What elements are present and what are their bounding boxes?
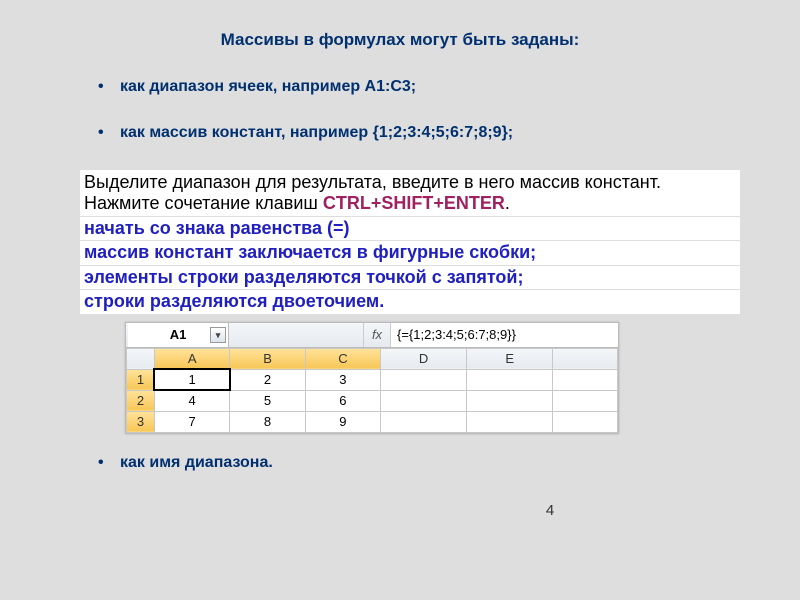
col-header-row: A B C D E bbox=[127, 348, 618, 369]
cell-a2[interactable]: 4 bbox=[154, 390, 229, 411]
name-box[interactable]: A1 ▾ bbox=[128, 323, 229, 347]
cell-b2[interactable]: 5 bbox=[230, 390, 305, 411]
instruction-line1: Выделите диапазон для результата, введит… bbox=[80, 170, 740, 193]
row-header-3[interactable]: 3 bbox=[127, 411, 155, 432]
cell-f3[interactable] bbox=[553, 411, 618, 432]
select-all-corner[interactable] bbox=[127, 348, 155, 369]
col-header-d[interactable]: D bbox=[381, 348, 467, 369]
col-header-e[interactable]: E bbox=[467, 348, 553, 369]
bullet-range-name: как имя диапазона. bbox=[120, 454, 740, 472]
formula-bar[interactable]: {={1;2;3:4;5;6:7;8;9}} bbox=[391, 323, 618, 347]
row-header-1[interactable]: 1 bbox=[127, 369, 155, 390]
table-row: 2 4 5 6 bbox=[127, 390, 618, 411]
note-semicolon: элементы строки разделяются точкой с зап… bbox=[80, 265, 740, 289]
cell-d2[interactable] bbox=[381, 390, 467, 411]
row-header-2[interactable]: 2 bbox=[127, 390, 155, 411]
instruction-prefix: Нажмите сочетание клавиш bbox=[84, 193, 323, 213]
hotkey-text: CTRL+SHIFT+ENTER bbox=[323, 193, 505, 213]
cell-b1[interactable]: 2 bbox=[230, 369, 305, 390]
cell-d1[interactable] bbox=[381, 369, 467, 390]
cell-c1[interactable]: 3 bbox=[305, 369, 380, 390]
cell-e3[interactable] bbox=[467, 411, 553, 432]
bullet-array-const: как массив констант, например {1;2;3:4;5… bbox=[120, 124, 740, 142]
fx-icon[interactable]: fx bbox=[363, 323, 391, 347]
cell-b3[interactable]: 8 bbox=[230, 411, 305, 432]
cell-f2[interactable] bbox=[553, 390, 618, 411]
slide-title: Массивы в формулах могут быть заданы: bbox=[60, 30, 740, 50]
col-header-c[interactable]: C bbox=[305, 348, 380, 369]
col-header-a[interactable]: A bbox=[154, 348, 229, 369]
name-box-value: A1 bbox=[170, 327, 187, 342]
note-braces: массив констант заключается в фигурные с… bbox=[80, 240, 740, 264]
cell-c3[interactable]: 9 bbox=[305, 411, 380, 432]
cell-d3[interactable] bbox=[381, 411, 467, 432]
spreadsheet: A1 ▾ fx {={1;2;3:4;5;6:7;8;9}} A B C D E… bbox=[125, 322, 619, 434]
instruction-box: Выделите диапазон для результата, введит… bbox=[80, 170, 740, 314]
table-row: 3 7 8 9 bbox=[127, 411, 618, 432]
grid[interactable]: A B C D E 1 1 2 3 2 4 5 6 bbox=[126, 348, 618, 433]
col-header-extra[interactable] bbox=[553, 348, 618, 369]
instruction-line2: Нажмите сочетание клавиш CTRL+SHIFT+ENTE… bbox=[80, 193, 740, 216]
col-header-b[interactable]: B bbox=[230, 348, 305, 369]
chevron-down-icon[interactable]: ▾ bbox=[210, 327, 226, 343]
bullet-range: как диапазон ячеек, например А1:С3; bbox=[120, 78, 740, 96]
note-equals: начать со знака равенства (=) bbox=[80, 216, 740, 240]
formula-bar-row: A1 ▾ fx {={1;2;3:4;5;6:7;8;9}} bbox=[126, 323, 618, 348]
note-colon: строки разделяются двоеточием. bbox=[80, 289, 740, 313]
page-number: 4 bbox=[60, 502, 740, 519]
cell-e2[interactable] bbox=[467, 390, 553, 411]
cell-f1[interactable] bbox=[553, 369, 618, 390]
table-row: 1 1 2 3 bbox=[127, 369, 618, 390]
cell-a3[interactable]: 7 bbox=[154, 411, 229, 432]
cell-e1[interactable] bbox=[467, 369, 553, 390]
cell-c2[interactable]: 6 bbox=[305, 390, 380, 411]
instruction-suffix: . bbox=[505, 193, 510, 213]
cell-a1[interactable]: 1 bbox=[154, 369, 229, 390]
